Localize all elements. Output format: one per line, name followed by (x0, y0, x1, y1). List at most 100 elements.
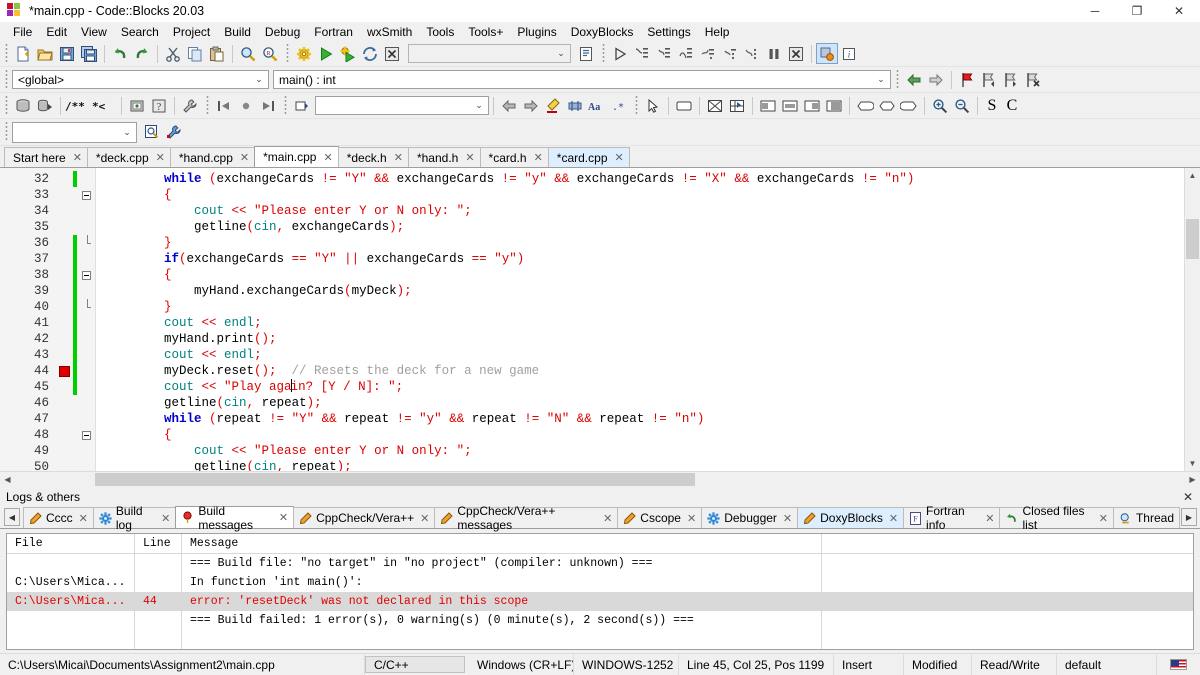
debug-step-out-icon[interactable] (697, 43, 719, 64)
table-row[interactable] (7, 630, 1193, 649)
build-toolbar-grip[interactable] (284, 43, 291, 64)
menu-debug[interactable]: Debug (258, 23, 307, 41)
close-icon[interactable]: ✕ (394, 151, 403, 164)
function-combo[interactable]: main() : int ⌄ (273, 70, 891, 89)
incremental-search-input[interactable]: ⌄ (315, 96, 489, 115)
minimize-button[interactable]: ─ (1074, 0, 1116, 22)
code-line[interactable]: getline(cin, repeat); (96, 459, 1184, 471)
run-icon[interactable] (315, 43, 337, 64)
fold-marker[interactable] (78, 219, 95, 235)
log-tab-build-log[interactable]: Build log ✕ (92, 504, 177, 532)
browse-back-icon[interactable] (903, 69, 925, 90)
menu-view[interactable]: View (74, 23, 114, 41)
doxywizard-icon[interactable] (12, 95, 34, 116)
close-icon[interactable]: ✕ (323, 151, 332, 164)
breakpoint-slot[interactable] (56, 187, 72, 203)
debug-run-to-cursor-icon[interactable] (631, 43, 653, 64)
fold-margin[interactable] (78, 168, 96, 471)
editor-tab-deck-cpp[interactable]: *deck.cpp ✕ (86, 147, 171, 167)
breakpoint-slot[interactable] (56, 347, 72, 363)
build-target-combo[interactable]: ⌄ (408, 44, 571, 63)
incremental-search-grip[interactable] (282, 95, 289, 116)
log-tab-cppcheck-vera[interactable]: CppCheck/Vera++ ✕ (293, 507, 436, 528)
browse-tracker-grip[interactable] (204, 95, 211, 116)
incremental-search-icon[interactable] (291, 95, 313, 116)
scope-toolbar-grip[interactable] (3, 69, 10, 90)
close-icon[interactable]: ✕ (161, 512, 170, 525)
close-button[interactable]: ✕ (1158, 0, 1200, 22)
fold-marker[interactable] (78, 315, 95, 331)
close-icon[interactable]: ✕ (1183, 490, 1196, 504)
fold-marker[interactable] (78, 395, 95, 411)
menu-help[interactable]: Help (698, 23, 737, 41)
toggle-bookmark-icon[interactable] (956, 69, 978, 90)
table-row[interactable]: C:\Users\Mica... 44 error: 'resetDeck' was… (7, 592, 1193, 611)
fold-marker[interactable] (78, 235, 95, 251)
fold-marker[interactable] (78, 171, 95, 187)
stretch-center-icon[interactable] (876, 95, 898, 116)
align-center-icon[interactable] (779, 95, 801, 116)
debugging-windows-icon[interactable] (816, 43, 838, 64)
breakpoint-slot[interactable] (56, 427, 72, 443)
close-icon[interactable]: ✕ (279, 511, 288, 524)
clear-bookmarks-icon[interactable] (1022, 69, 1044, 90)
fold-marker[interactable] (78, 347, 95, 363)
replace-icon[interactable]: R (259, 43, 281, 64)
symbol-lookup-icon[interactable] (141, 122, 163, 143)
debugger-toolbar-grip[interactable] (600, 43, 607, 64)
search-prev-icon[interactable] (498, 95, 520, 116)
symbol-search-input[interactable]: ⌄ (12, 121, 137, 143)
close-icon[interactable]: ✕ (615, 151, 624, 164)
abort-build-icon[interactable] (381, 43, 403, 64)
doxy-toolbar-grip[interactable] (3, 95, 10, 116)
fold-marker[interactable] (78, 411, 95, 427)
log-tab-fortran-info[interactable]: F Fortran info ✕ (903, 504, 1001, 532)
scope-combo[interactable]: <global> ⌄ (12, 70, 269, 89)
build-icon[interactable] (293, 43, 315, 64)
menu-edit[interactable]: Edit (39, 23, 74, 41)
align-left-icon[interactable] (757, 95, 779, 116)
code-line[interactable]: cout << "Please enter Y or N only: "; (96, 203, 1184, 219)
symbol-search-grip[interactable] (3, 122, 10, 142)
fold-marker[interactable] (78, 427, 95, 443)
doxy-extract-icon[interactable] (126, 95, 148, 116)
breakpoint-slot[interactable] (56, 299, 72, 315)
code-line[interactable]: cout << "Play again? [Y / N]: "; (96, 379, 1184, 395)
column-header-line[interactable]: Line (135, 534, 182, 553)
browse-toolbar-grip[interactable] (894, 69, 901, 90)
fold-marker[interactable] (78, 443, 95, 459)
code-line[interactable]: { (96, 427, 1184, 443)
editor-tab-card-h[interactable]: *card.h ✕ (479, 147, 549, 167)
copy-icon[interactable] (184, 43, 206, 64)
close-icon[interactable]: ✕ (534, 151, 543, 164)
hscroll-track[interactable] (15, 472, 1185, 487)
scroll-left-icon[interactable]: ◀ (0, 472, 15, 487)
code-line[interactable]: cout << endl; (96, 315, 1184, 331)
code-line[interactable]: } (96, 299, 1184, 315)
breakpoint-gutter[interactable] (56, 168, 72, 471)
code-line[interactable]: { (96, 267, 1184, 283)
logs-tab-scroll-left[interactable]: ◀ (4, 508, 20, 526)
close-icon[interactable]: ✕ (240, 151, 249, 164)
debug-step-over-icon[interactable] (675, 43, 697, 64)
undo-icon[interactable] (109, 43, 131, 64)
editor-tab-deck-h[interactable]: *deck.h ✕ (337, 147, 409, 167)
fold-marker[interactable] (78, 299, 95, 315)
doxy-help-icon[interactable]: ? (148, 95, 170, 116)
build-messages-table[interactable]: File Line Message === Build file: "no ta… (6, 533, 1194, 650)
debug-stop-icon[interactable] (785, 43, 807, 64)
debugger-info-icon[interactable]: i (838, 43, 860, 64)
code-line[interactable]: myHand.exchangeCards(myDeck); (96, 283, 1184, 299)
close-icon[interactable]: ✕ (465, 151, 474, 164)
vscroll-track[interactable] (1185, 183, 1200, 456)
close-icon[interactable]: ✕ (1099, 512, 1108, 525)
breakpoint-slot[interactable] (56, 203, 72, 219)
wx-grid-sizer-icon[interactable] (726, 95, 748, 116)
code-line[interactable]: getline(cin, repeat); (96, 395, 1184, 411)
menu-settings[interactable]: Settings (640, 23, 697, 41)
expand-fill-icon[interactable] (823, 95, 845, 116)
close-icon[interactable]: ✕ (985, 512, 994, 525)
log-tab-cscope[interactable]: Cscope ✕ (617, 507, 703, 528)
log-tab-thread[interactable]: Thread (1112, 507, 1180, 528)
breakpoint-slot[interactable] (56, 219, 72, 235)
